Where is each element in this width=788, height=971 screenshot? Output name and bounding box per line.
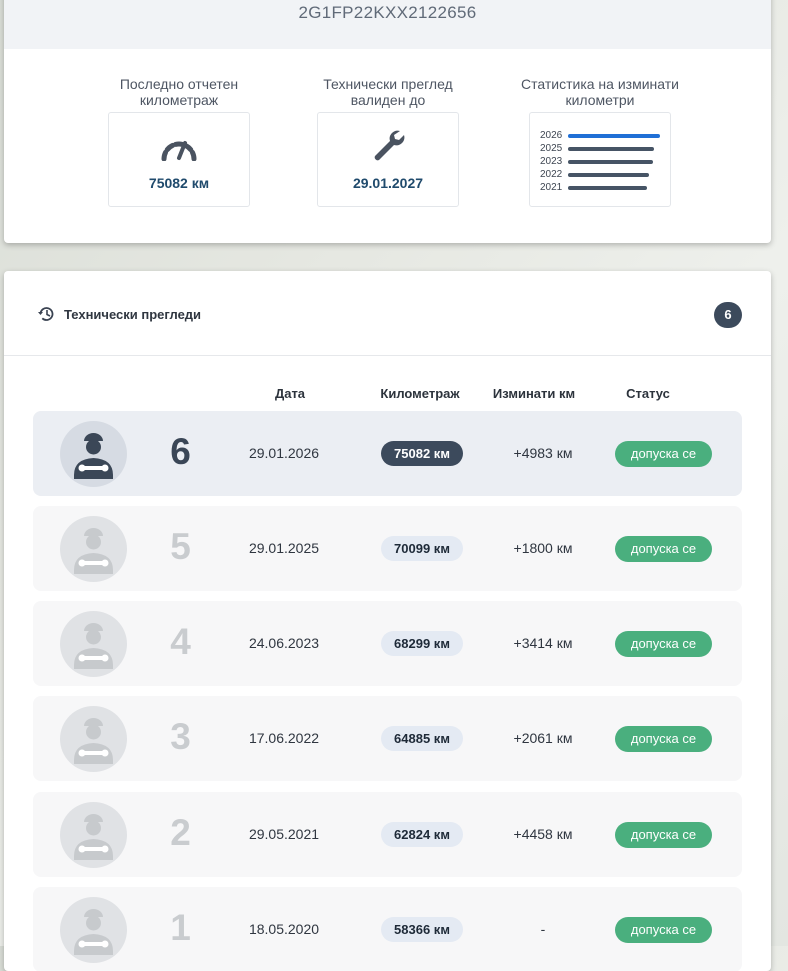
mileage-year: 2026 <box>540 130 563 141</box>
col-header-km: Километраж <box>380 386 460 401</box>
stat-mileage: Статистика на изминати километри 2026 202… <box>520 76 680 207</box>
mileage-year: 2025 <box>540 143 563 154</box>
inspection-date: 18.05.2020 <box>248 921 320 937</box>
mileage-bar <box>568 146 654 151</box>
inspection-km-badge: 62824 км <box>381 822 463 847</box>
inspection-status-badge: допуска се <box>615 726 712 752</box>
inspection-row[interactable]: 2 29.05.2021 62824 км +4458 км допуска се <box>33 792 742 877</box>
vin-number: 2G1FP22KXX2122656 <box>298 3 477 22</box>
stat-last-km: Последно отчетен километраж 75082 км <box>99 76 259 207</box>
inspection-number: 3 <box>170 716 191 757</box>
mileage-row: 2022 <box>540 168 660 181</box>
mileage-year: 2023 <box>540 156 563 167</box>
inspection-km-diff: +4983 км <box>513 445 573 461</box>
inspection-km-diff: - <box>540 921 546 937</box>
col-header-status: Статус <box>626 386 670 401</box>
mileage-bar <box>568 133 660 138</box>
stat-mileage-label: Статистика на изминати километри <box>521 76 679 108</box>
inspection-status-badge: допуска се <box>615 441 712 467</box>
inspection-row[interactable]: 1 18.05.2020 58366 км - допуска се <box>33 887 742 971</box>
inspection-km-badge: 68299 км <box>381 631 463 656</box>
inspection-row[interactable]: 6 29.01.2026 75082 км +4983 км допуска се <box>33 411 742 496</box>
stat-inspection-box: 29.01.2027 <box>317 112 459 207</box>
inspection-km-diff: +3414 км <box>513 635 573 651</box>
inspections-title: Технически прегледи <box>64 307 202 322</box>
inspection-date: 29.01.2025 <box>248 540 320 556</box>
stat-last-km-label: Последно отчетен километраж <box>119 76 239 108</box>
mileage-row: 2025 <box>540 142 660 155</box>
inspections-card: Технически прегледи 6 Дата Километраж Из… <box>4 271 771 971</box>
inspection-row[interactable]: 3 17.06.2022 64885 км +2061 км допуска се <box>33 696 742 781</box>
inspection-km-badge: 58366 км <box>381 917 463 942</box>
vin-band: 2G1FP22KXX2122656 <box>4 0 771 49</box>
inspection-number: 5 <box>170 526 191 567</box>
inspection-row[interactable]: 4 24.06.2023 68299 км +3414 км допуска се <box>33 601 742 686</box>
stat-last-km-box: 75082 км <box>108 112 250 207</box>
inspection-row[interactable]: 5 29.01.2025 70099 км +1800 км допуска се <box>33 506 742 591</box>
mechanic-avatar-icon <box>60 897 127 963</box>
wrench-icon <box>374 130 405 161</box>
mileage-row: 2021 <box>540 181 660 194</box>
vehicle-summary-card: 2G1FP22KXX2122656 Последно отчетен килом… <box>4 0 771 243</box>
inspection-km-badge: 70099 км <box>381 536 463 561</box>
mechanic-avatar-icon <box>60 611 127 677</box>
speedometer-icon <box>161 141 197 161</box>
inspection-number: 4 <box>170 621 191 662</box>
mileage-bar <box>568 172 649 177</box>
inspection-date: 24.06.2023 <box>248 635 320 651</box>
inspection-status-badge: допуска се <box>615 917 712 943</box>
stat-last-km-value: 75082 км <box>148 175 210 191</box>
mileage-bar <box>568 159 653 164</box>
bar-chart-icon: 2026 2025 2023 2022 2021 <box>540 129 660 194</box>
inspection-km-badge: 64885 км <box>381 726 463 751</box>
inspections-header: Технически прегледи 6 <box>4 271 771 356</box>
mileage-bar <box>568 185 647 190</box>
inspection-status-badge: допуска се <box>615 631 712 657</box>
history-icon <box>38 307 54 321</box>
mechanic-avatar-icon <box>60 706 127 772</box>
inspection-km-diff: +4458 км <box>513 826 573 842</box>
col-header-date: Дата <box>274 386 306 401</box>
inspection-km-diff: +1800 км <box>513 540 573 556</box>
inspection-status-badge: допуска се <box>615 822 712 848</box>
inspection-date: 29.01.2026 <box>248 445 320 461</box>
mileage-row: 2026 <box>540 129 660 142</box>
inspection-km-diff: +2061 км <box>513 730 573 746</box>
stat-mileage-box[interactable]: 2026 2025 2023 2022 2021 <box>529 112 671 207</box>
inspection-date: 17.06.2022 <box>248 730 320 746</box>
mileage-year: 2021 <box>540 182 563 193</box>
mechanic-avatar-icon <box>60 802 127 868</box>
mechanic-avatar-icon <box>60 421 127 487</box>
mileage-row: 2023 <box>540 155 660 168</box>
stat-inspection-value: 29.01.2027 <box>352 175 424 191</box>
stat-inspection: Технически преглед валиден до 29.01.2027 <box>308 76 468 207</box>
inspection-number: 1 <box>170 907 191 948</box>
mileage-year: 2022 <box>540 169 563 180</box>
stat-inspection-label: Технически преглед валиден до <box>323 76 453 108</box>
col-header-diff: Изминати км <box>492 386 576 401</box>
inspection-number: 6 <box>170 431 191 472</box>
inspection-km-badge: 75082 км <box>381 441 463 466</box>
inspections-count-badge: 6 <box>714 302 742 328</box>
inspection-number: 2 <box>170 812 191 853</box>
inspection-status-badge: допуска се <box>615 536 712 562</box>
inspection-date: 29.05.2021 <box>248 826 320 842</box>
mechanic-avatar-icon <box>60 516 127 582</box>
